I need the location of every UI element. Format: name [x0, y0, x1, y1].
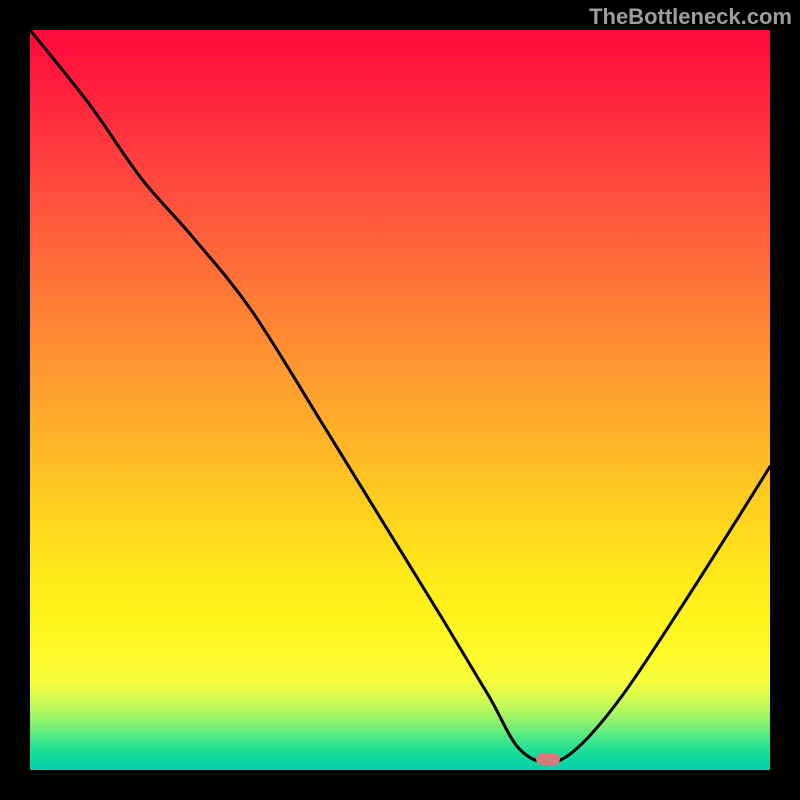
optimum-marker	[536, 753, 560, 765]
chart-stage: TheBottleneck.com	[0, 0, 800, 800]
bottleneck-curve	[30, 30, 770, 770]
curve-path	[30, 30, 770, 763]
plot-area	[30, 30, 770, 770]
watermark-text: TheBottleneck.com	[589, 4, 792, 30]
